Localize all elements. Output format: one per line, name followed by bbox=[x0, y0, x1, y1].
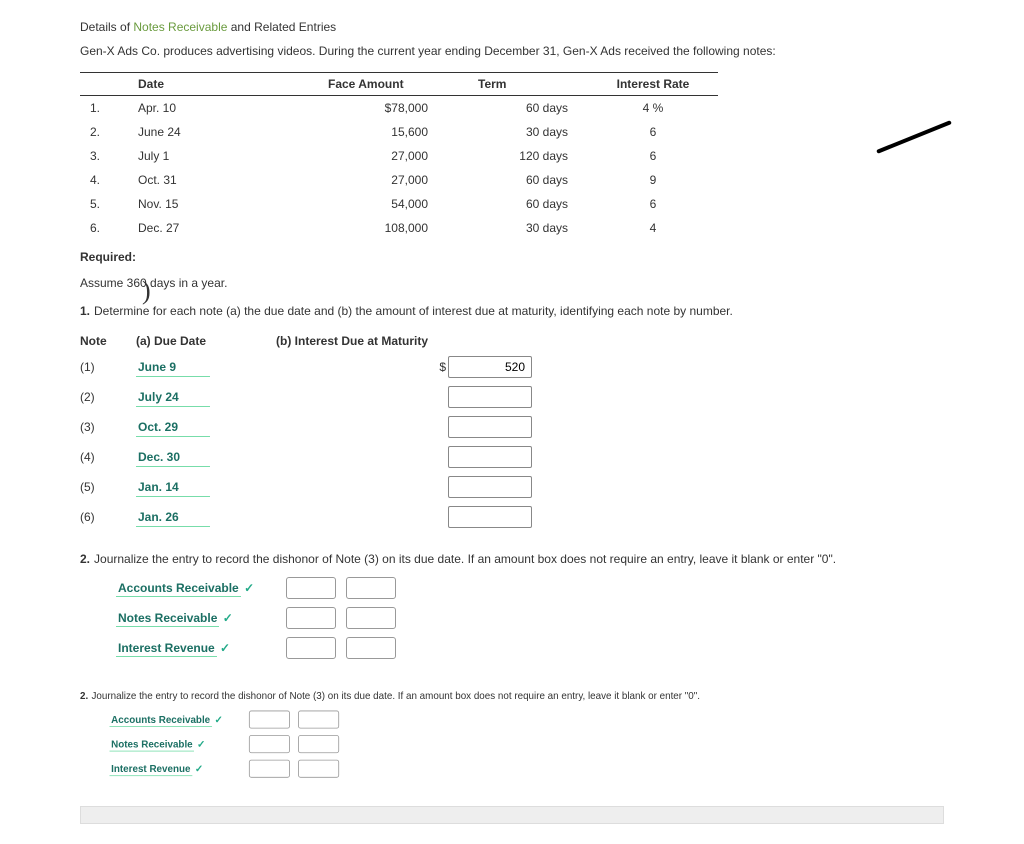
pen-stroke-annotation bbox=[876, 120, 952, 154]
credit-input[interactable] bbox=[298, 735, 339, 753]
table-row: 1.Apr. 10$78,00060 days4 % bbox=[80, 96, 718, 121]
col-term: Term bbox=[468, 73, 588, 96]
table-row: 3.July 127,000120 days6 bbox=[80, 144, 718, 168]
check-icon: ✓ bbox=[223, 611, 233, 625]
journal-row: Notes Receivable ✓ bbox=[106, 733, 342, 756]
ans-col-int: (b) Interest Due at Maturity bbox=[276, 330, 542, 352]
check-icon: ✓ bbox=[220, 641, 230, 655]
answer-row: (6) Jan. 26 bbox=[80, 502, 542, 532]
journal-table-repeat: Accounts Receivable ✓ Notes Receivable ✓… bbox=[105, 706, 344, 781]
credit-input[interactable] bbox=[298, 760, 339, 778]
col-rate: Interest Rate bbox=[588, 73, 718, 96]
title-suffix: and Related Entries bbox=[227, 20, 336, 34]
interest-input[interactable] bbox=[448, 476, 532, 498]
question-1: 1.Determine for each note (a) the due da… bbox=[80, 304, 944, 318]
check-icon: ✓ bbox=[195, 763, 203, 774]
interest-input[interactable] bbox=[448, 356, 532, 378]
col-date: Date bbox=[128, 73, 318, 96]
table-row: 5.Nov. 1554,00060 days6 bbox=[80, 192, 718, 216]
table-row: 4.Oct. 3127,00060 days9 bbox=[80, 168, 718, 192]
notes-receivable-link[interactable]: Notes Receivable bbox=[133, 20, 227, 34]
debit-input[interactable] bbox=[286, 637, 336, 659]
debit-input[interactable] bbox=[249, 760, 290, 778]
debit-input[interactable] bbox=[286, 577, 336, 599]
notes-table: Date Face Amount Term Interest Rate 1.Ap… bbox=[80, 72, 718, 240]
journal-row: Interest Revenue ✓ bbox=[112, 634, 400, 662]
journal-row: Accounts Receivable ✓ bbox=[106, 708, 342, 731]
answers-table: Note (a) Due Date (b) Interest Due at Ma… bbox=[80, 330, 542, 532]
due-date-link[interactable]: July 24 bbox=[136, 388, 210, 407]
account-link[interactable]: Interest Revenue bbox=[116, 640, 217, 657]
answer-row: (5) Jan. 14 bbox=[80, 472, 542, 502]
ans-col-note: Note bbox=[80, 330, 136, 352]
debit-input[interactable] bbox=[286, 607, 336, 629]
required-label: Required: bbox=[80, 250, 944, 264]
table-row: 2.June 2415,60030 days6 bbox=[80, 120, 718, 144]
check-icon: ✓ bbox=[244, 581, 254, 595]
bottom-bar bbox=[80, 806, 944, 824]
journal-row: Interest Revenue ✓ bbox=[106, 757, 342, 780]
ans-col-due: (a) Due Date bbox=[136, 330, 276, 352]
journal-row: Accounts Receivable ✓ bbox=[112, 574, 400, 602]
credit-input[interactable] bbox=[298, 711, 339, 729]
due-date-link[interactable]: June 9 bbox=[136, 358, 210, 377]
intro-text: Gen-X Ads Co. produces advertising video… bbox=[80, 44, 944, 58]
account-link[interactable]: Accounts Receivable bbox=[116, 580, 241, 597]
title-prefix: Details of bbox=[80, 20, 133, 34]
credit-input[interactable] bbox=[346, 577, 396, 599]
interest-input[interactable] bbox=[448, 416, 532, 438]
check-icon: ✓ bbox=[197, 738, 205, 749]
answer-row: (2) July 24 bbox=[80, 382, 542, 412]
assume-text: ) Assume 360 days in a year. bbox=[80, 276, 944, 290]
account-link[interactable]: Notes Receivable bbox=[110, 737, 195, 751]
interest-input[interactable] bbox=[448, 446, 532, 468]
interest-input[interactable] bbox=[448, 506, 532, 528]
account-link[interactable]: Interest Revenue bbox=[110, 762, 193, 776]
question-2: 2.Journalize the entry to record the dis… bbox=[80, 552, 944, 566]
due-date-link[interactable]: Dec. 30 bbox=[136, 448, 210, 467]
account-link[interactable]: Notes Receivable bbox=[116, 610, 219, 627]
interest-input[interactable] bbox=[448, 386, 532, 408]
answer-row: (4) Dec. 30 bbox=[80, 442, 542, 472]
check-icon: ✓ bbox=[215, 713, 223, 724]
paren-annotation: ) bbox=[142, 276, 151, 306]
due-date-link[interactable]: Oct. 29 bbox=[136, 418, 210, 437]
col-face: Face Amount bbox=[318, 73, 468, 96]
answer-row: (1) June 9 $ bbox=[80, 352, 542, 382]
answer-row: (3) Oct. 29 bbox=[80, 412, 542, 442]
debit-input[interactable] bbox=[249, 711, 290, 729]
credit-input[interactable] bbox=[346, 607, 396, 629]
question-2-repeat: 2.Journalize the entry to record the dis… bbox=[80, 690, 788, 701]
table-row: 6.Dec. 27108,00030 days4 bbox=[80, 216, 718, 240]
journal-row: Notes Receivable ✓ bbox=[112, 604, 400, 632]
due-date-link[interactable]: Jan. 26 bbox=[136, 508, 210, 527]
page-title: Details of Notes Receivable and Related … bbox=[80, 20, 944, 34]
due-date-link[interactable]: Jan. 14 bbox=[136, 478, 210, 497]
journal-table: Accounts Receivable ✓ Notes Receivable ✓… bbox=[110, 572, 402, 664]
credit-input[interactable] bbox=[346, 637, 396, 659]
account-link[interactable]: Accounts Receivable bbox=[110, 713, 212, 727]
debit-input[interactable] bbox=[249, 735, 290, 753]
